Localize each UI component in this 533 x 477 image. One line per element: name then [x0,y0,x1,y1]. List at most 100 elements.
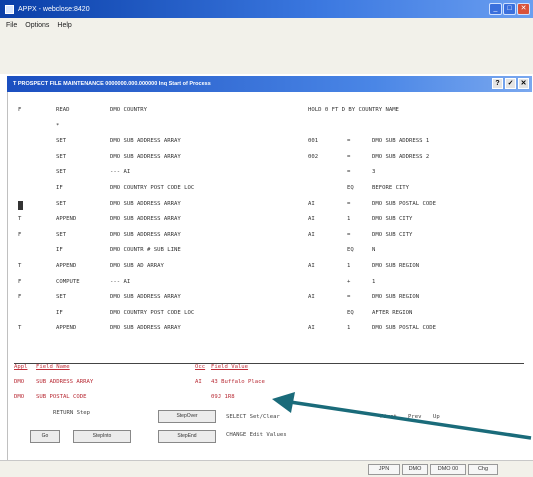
divider [14,363,524,364]
check-button[interactable]: ✓ [505,78,516,89]
code-c: 1 [347,325,351,332]
field-name-1[interactable]: SUB ADDRESS ARRAY [36,379,93,385]
header-occ: Occ [195,364,206,370]
status-bar: JPN DMO DMO 00 Chg [0,460,533,477]
field-name-2[interactable]: SUB POSTAL CODE [36,394,87,400]
field-appl-1: DMO [14,379,25,385]
code-e: N [372,247,376,254]
toolbar-area [0,32,533,74]
code-row[interactable]: T APPEND DMO SUB ADDRESS ARRAY AI 1 DMO SUB C… [14,213,532,229]
code-b: AI [308,325,315,332]
code-c: = [347,231,351,238]
code-c: = [347,153,351,160]
code-row[interactable]: SET DMO SUB ADDRESS ARRAY AI = DMO SUB POSTA… [14,198,532,214]
return-step-label[interactable]: RETURN Step [53,410,90,416]
select-set-clear[interactable]: SELECT Set/Clear [226,414,280,420]
go-button[interactable]: Go [30,430,60,443]
code-c: + [347,278,351,285]
code-e: 1 [372,278,376,285]
code-op: SET [56,138,67,145]
maximize-button[interactable]: □ [503,3,516,15]
code-a: --- AI [110,169,131,176]
header-appl: Appl [14,364,28,370]
up-link[interactable]: Up [433,414,440,420]
step-end-button[interactable]: StepEnd [158,430,216,443]
code-row[interactable]: T APPEND DMO SUB ADDRESS ARRAY AI 1 DMO SUB P… [14,322,532,338]
code-e: DMO SUB REGION [372,294,420,301]
code-c: = [347,200,351,207]
step-over-button[interactable]: StepOver [158,410,216,423]
code-row[interactable]: F SET DMO SUB ADDRESS ARRAY AI = DMO SUB CITY [14,229,532,245]
code-c: EQ [347,247,354,254]
code-a: DMO COUNTR # SUB LINE [110,247,181,254]
step-into-button[interactable]: StepInto [73,430,131,443]
code-row[interactable]: SET --- AI = 3 [14,166,532,182]
code-flag: T [18,262,22,269]
code-b: AI [308,231,315,238]
status-db: DMO 00 [430,464,466,475]
code-b: AI [308,262,315,269]
code-flag: T [18,216,22,223]
menu-help[interactable]: Help [57,22,71,29]
code-row[interactable]: IF DMO COUNTR # SUB LINE EQ N [14,244,532,260]
field-value-2[interactable]: 09J 1R8 [211,394,235,400]
current-line-marker [18,200,23,212]
code-op: * [56,122,60,129]
code-c: = [347,294,351,301]
code-c: 1 [347,262,351,269]
code-row[interactable]: F READ DMO COUNTRY HOLD 0 FT D BY COUNTRY N… [14,104,532,120]
code-a: DMO SUB ADDRESS ARRAY [110,138,181,145]
code-flag: T [18,325,22,332]
code-c: EQ [347,309,354,316]
code-e: AFTER REGION [372,309,413,316]
menu-options[interactable]: Options [25,22,49,29]
code-row[interactable]: F COMPUTE --- AI +1 [14,276,532,292]
code-row[interactable]: IF DMO COUNTRY POST CODE LOC EQ BEFORE CITY [14,182,532,198]
code-op: COMPUTE [56,278,80,285]
code-a: DMO COUNTRY [110,107,148,113]
code-row[interactable]: SET DMO SUB ADDRESS ARRAY 002 = DMO SUB ADDR… [14,151,532,167]
code-a: --- AI [110,278,131,285]
code-b: HOLD 0 FT D BY COUNTRY NAME [308,107,399,113]
header-field-name: Field Name [36,364,70,370]
change-edit-values[interactable]: CHANGE Edit Values [226,432,287,438]
first-link[interactable]: First [380,414,397,420]
code-row[interactable]: T APPEND DMO SUB AD ARRAY AI 1 DMO SUB REGION [14,260,532,276]
minimize-button[interactable]: _ [489,3,502,15]
code-e: DMO SUB ADDRESS 1 [372,138,430,145]
field-value-1[interactable]: 43 Buffalo Place [211,379,265,385]
code-b: 002 [308,153,319,160]
code-flag: F [18,278,22,285]
code-a: DMO SUB AD ARRAY [110,262,164,269]
code-op: SET [56,200,67,207]
debugger-panel: F READ DMO COUNTRY HOLD 0 FT D BY COUNTRY N… [7,92,532,460]
field-appl-2: DMO [14,394,25,400]
code-op: IF [56,247,63,254]
code-e: DMO SUB CITY [372,216,413,223]
panel-close-button[interactable]: ✕ [518,78,529,89]
code-row[interactable]: SET DMO SUB ADDRESS ARRAY 001 = DMO SUB ADDR… [14,135,532,151]
status-lang: JPN [368,464,400,475]
window-titlebar: APPX - webclose:8420 _ □ ✕ [0,0,533,18]
code-a: DMO COUNTRY POST CODE LOC [110,309,195,316]
code-b: AI [308,200,315,207]
code-op: IF [56,184,63,191]
code-flag: F [18,294,22,301]
panel-title: T PROSPECT FILE MAINTENANCE 0000000.000.… [13,81,211,87]
prev-link[interactable]: Prev [408,414,421,420]
code-e: DMO SUB POSTAL CODE [372,325,436,332]
code-row[interactable]: F SET DMO SUB ADDRESS ARRAY AI = DMO SUB REGI… [14,291,532,307]
code-op: SET [56,294,67,301]
help-button[interactable]: ? [492,78,503,89]
code-a: DMO SUB ADDRESS ARRAY [110,294,181,301]
menu-bar: File Options Help [0,18,533,32]
code-a: DMO SUB ADDRESS ARRAY [110,231,181,238]
code-flag: F [18,231,22,238]
close-button[interactable]: ✕ [517,3,530,15]
code-b: 001 [308,138,319,145]
code-row[interactable]: * [14,120,532,136]
menu-file[interactable]: File [6,22,17,29]
code-row[interactable]: IF DMO COUNTRY POST CODE LOC EQ AFTER REGIO… [14,307,532,323]
status-mode: Chg [468,464,498,475]
code-a: DMO SUB ADDRESS ARRAY [110,325,181,332]
